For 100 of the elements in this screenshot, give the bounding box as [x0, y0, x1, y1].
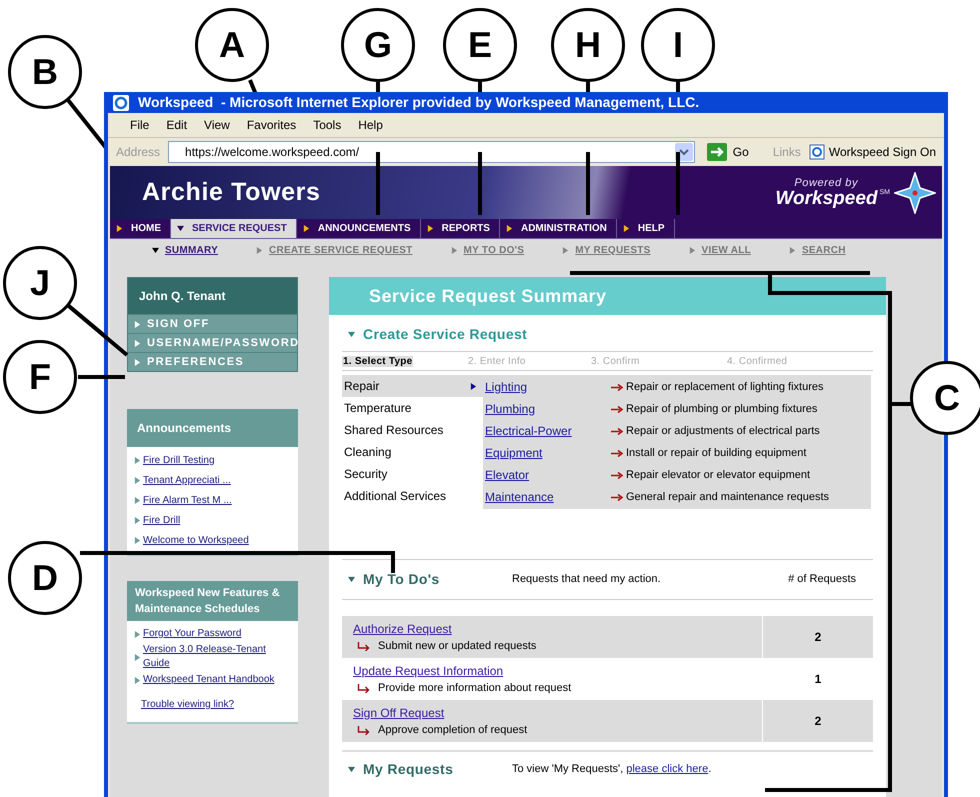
- category-item[interactable]: Repair: [342, 375, 483, 397]
- category-item[interactable]: Shared Resources: [342, 419, 483, 441]
- type-link[interactable]: Equipment: [483, 444, 611, 462]
- section-heading: My To Do's: [363, 570, 440, 589]
- bullet-icon: [134, 654, 141, 660]
- menu-item[interactable]: Help: [358, 116, 383, 134]
- section-heading: My Requests: [363, 760, 454, 779]
- caret-right-icon: [116, 225, 123, 232]
- type-link[interactable]: Electrical-Power: [483, 422, 611, 440]
- menu-item[interactable]: View: [204, 116, 230, 134]
- address-field[interactable]: https://welcome.workspeed.com/: [168, 141, 695, 163]
- category-item[interactable]: Security: [342, 463, 483, 485]
- help-link[interactable]: Trouble viewing link?: [141, 697, 294, 712]
- arrow-icon: [611, 494, 623, 500]
- caret-right-icon: [470, 382, 477, 390]
- todo-description: Provide more information about request: [378, 680, 572, 696]
- announcement-link[interactable]: Fire Alarm Test M ...: [134, 493, 298, 508]
- callout-marker: F: [3, 340, 77, 414]
- caret-right-icon: [134, 320, 141, 328]
- type-link[interactable]: Elevator: [483, 466, 611, 484]
- callout-marker: A: [195, 8, 269, 82]
- nav-tab[interactable]: ADMINISTRATION: [500, 219, 617, 238]
- caret-right-icon: [302, 225, 310, 232]
- section-heading: Create Service Request: [363, 324, 528, 344]
- feature-link[interactable]: Version 3.0 Release-Tenant Guide: [134, 643, 294, 671]
- user-name: John Q. Tenant: [139, 288, 226, 305]
- category-item[interactable]: Cleaning: [342, 441, 483, 463]
- browser-logo-icon: [112, 94, 130, 112]
- callout-marker: I: [641, 8, 715, 82]
- caret-right-icon: [688, 246, 696, 254]
- type-description: Install or repair of building equipment: [626, 446, 806, 461]
- todo-description: Approve completion of request: [378, 722, 528, 738]
- caret-down-icon: [348, 766, 355, 772]
- bullet-icon: [134, 497, 141, 504]
- nav-tab[interactable]: REPORTS: [420, 219, 500, 238]
- arrow-icon: [611, 450, 623, 456]
- todo-link[interactable]: Authorize Request: [353, 620, 452, 638]
- wizard-step: 1. Select Type: [342, 354, 468, 368]
- powered-by-text: Powered by: [794, 178, 858, 188]
- bullet-icon: [134, 457, 141, 464]
- menu-item[interactable]: File: [130, 116, 150, 134]
- callout-marker: E: [443, 8, 517, 82]
- category-item[interactable]: Temperature: [342, 397, 483, 419]
- caret-right-icon: [622, 225, 630, 232]
- brand-name: Workspeed: [775, 188, 878, 208]
- category-item[interactable]: Additional Services: [342, 485, 483, 507]
- bullet-icon: [134, 630, 141, 638]
- todo-link[interactable]: Update Request Information: [353, 662, 504, 680]
- sub-nav-link[interactable]: SUMMARY: [152, 242, 218, 258]
- announcement-link[interactable]: Welcome to Workspeed: [134, 533, 298, 548]
- site-title: Archie Towers: [142, 176, 321, 208]
- nav-tab[interactable]: SERVICE REQUEST: [171, 219, 297, 238]
- return-arrow-icon: [357, 642, 370, 650]
- caret-right-icon: [256, 246, 264, 254]
- bullet-icon: [134, 676, 141, 684]
- caret-right-icon: [562, 246, 570, 254]
- leader-line: [78, 375, 125, 379]
- panel-title: Announcements: [137, 420, 232, 437]
- count-cell: 2: [763, 700, 873, 742]
- type-description: Repair elevator or elevator equipment: [626, 468, 810, 483]
- feature-link[interactable]: Forgot Your Password: [134, 627, 294, 641]
- wizard-step: 3. Confirm: [591, 354, 727, 368]
- section-description: To view 'My Requests', please click here.: [512, 762, 712, 777]
- feature-link[interactable]: Workspeed Tenant Handbook: [134, 673, 294, 687]
- menu-item[interactable]: Edit: [166, 116, 188, 134]
- type-link[interactable]: Plumbing: [483, 400, 611, 418]
- go-button[interactable]: Go: [706, 143, 749, 161]
- todo-link[interactable]: Sign Off Request: [353, 704, 444, 722]
- nav-tab[interactable]: HELP: [616, 219, 675, 238]
- favorite-link[interactable]: Workspeed Sign On: [808, 143, 936, 161]
- announcement-link[interactable]: Tenant Appreciati ...: [134, 473, 298, 488]
- menu-item[interactable]: Tools: [313, 116, 342, 134]
- caret-right-icon: [426, 225, 434, 232]
- caret-down-icon: [152, 246, 159, 254]
- click-here-link[interactable]: please click here: [626, 762, 708, 775]
- type-description: Repair of plumbing or plumbing fixtures: [626, 402, 818, 417]
- type-link[interactable]: Lighting: [483, 378, 611, 396]
- page-icon: [808, 144, 825, 160]
- announcement-link[interactable]: Fire Drill: [134, 513, 298, 528]
- caret-right-icon: [134, 340, 141, 346]
- section-description: Requests that need my action.: [512, 572, 662, 588]
- bullet-icon: [134, 477, 141, 484]
- caret-down-icon: [177, 225, 184, 232]
- links-label: Links: [772, 144, 801, 161]
- address-label: Address: [116, 144, 160, 161]
- menu-item[interactable]: Favorites: [246, 116, 296, 134]
- return-arrow-icon: [357, 684, 370, 692]
- type-description: Repair or adjustments of electrical parts: [626, 424, 820, 439]
- caret-right-icon: [788, 246, 796, 254]
- bullet-icon: [134, 537, 141, 544]
- caret-right-icon: [506, 225, 513, 232]
- type-description: General repair and maintenance requests: [626, 490, 830, 505]
- caret-down-icon: [348, 330, 355, 338]
- bullet-icon: [134, 517, 141, 524]
- arrow-icon: [611, 472, 623, 478]
- announcement-link[interactable]: Fire Drill Testing: [134, 453, 298, 468]
- arrow-icon: [611, 428, 623, 434]
- count-cell-text: 1: [814, 671, 822, 688]
- type-link[interactable]: Maintenance: [483, 488, 611, 506]
- nav-tab[interactable]: ANNOUNCEMENTS: [296, 219, 421, 238]
